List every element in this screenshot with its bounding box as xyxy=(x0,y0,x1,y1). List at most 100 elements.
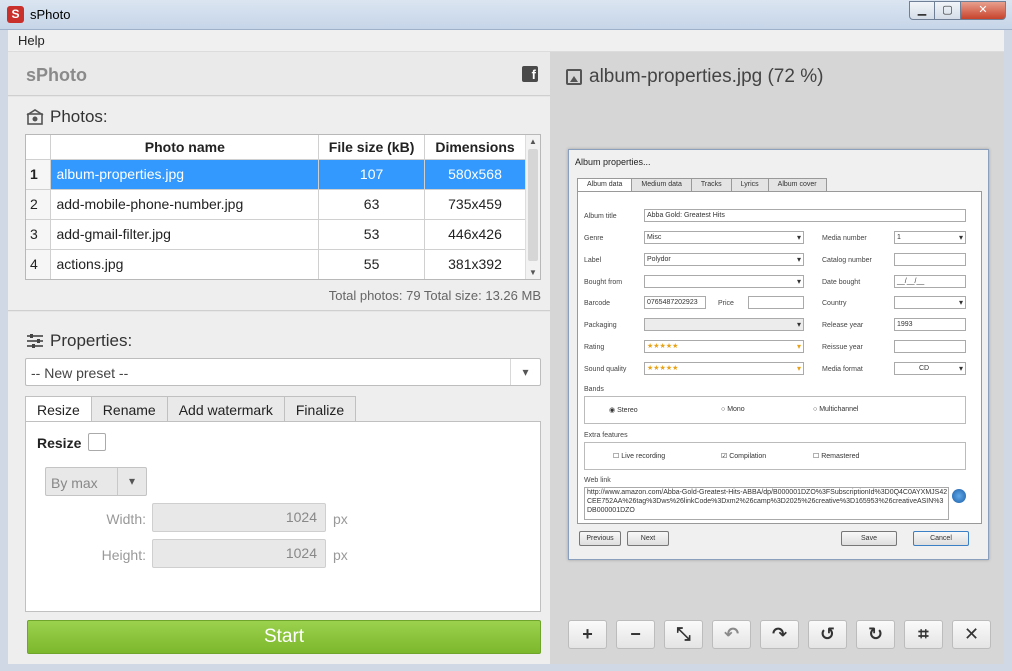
redo-icon[interactable]: ↷ xyxy=(760,620,799,649)
window-title: sPhoto xyxy=(30,7,71,22)
rotate-right-icon[interactable]: ↻ xyxy=(856,620,895,649)
height-unit: px xyxy=(333,547,348,563)
radio-stereo: ◉ Stereo xyxy=(609,407,638,414)
start-button[interactable]: Start xyxy=(27,620,541,654)
chevron-down-icon[interactable]: ▾ xyxy=(510,359,540,385)
dialog-field: ★★★★★ xyxy=(644,340,804,353)
dialog-body: Album title Abba Gold: Greatest Hits Gen… xyxy=(577,191,982,524)
tab-rename[interactable]: Rename xyxy=(90,396,168,422)
file-size-cell[interactable]: 55 xyxy=(318,249,426,279)
remove-icon[interactable]: − xyxy=(616,620,655,649)
image-preview: Album properties... Album data Medium da… xyxy=(568,149,989,560)
menu-help[interactable]: Help xyxy=(18,33,45,48)
dialog-field: http://www.amazon.com/Abba-Gold-Greatest… xyxy=(584,487,949,520)
dialog-label: Reissue year xyxy=(822,344,863,351)
check-label: Remastered xyxy=(821,453,860,460)
check-live: ☐ Live recording xyxy=(613,453,666,460)
fit-to-window-icon[interactable]: ⤡ xyxy=(664,620,703,649)
photos-title-text: Photos: xyxy=(50,107,108,126)
dialog-label: Genre xyxy=(584,235,604,242)
table-row[interactable]: 4 actions.jpg 55 381x392 xyxy=(26,249,526,279)
dimensions-cell[interactable]: 580x568 xyxy=(424,159,526,190)
radio-label: Stereo xyxy=(617,407,638,414)
check-compilation: ☑ Compilation xyxy=(721,453,767,460)
dialog-field: 0765487202923 xyxy=(644,296,706,309)
scroll-down-icon[interactable]: ▼ xyxy=(529,268,537,277)
sliders-icon xyxy=(27,334,43,348)
height-input[interactable]: 1024 xyxy=(152,539,326,568)
dialog-label: Date bought xyxy=(822,279,861,286)
dialog-label: Bands xyxy=(584,386,604,393)
bands-group: ◉ Stereo ○ Mono ○ Multichannel xyxy=(584,396,966,424)
scroll-thumb[interactable] xyxy=(528,149,538,261)
dialog-label: Country xyxy=(822,300,847,307)
width-input[interactable]: 1024 xyxy=(152,503,326,532)
app-name: sPhoto xyxy=(26,65,87,85)
rotate-left-icon[interactable]: ↺ xyxy=(808,620,847,649)
dialog-field: Abba Gold: Greatest Hits xyxy=(644,209,966,222)
file-size-cell[interactable]: 63 xyxy=(318,189,426,220)
row-index: 1 xyxy=(26,159,52,190)
dimensions-cell[interactable]: 735x459 xyxy=(424,189,526,220)
dialog-tab: Medium data xyxy=(631,178,692,191)
photo-name-cell[interactable]: actions.jpg xyxy=(50,249,320,279)
properties-tabs: Resize Rename Add watermark Finalize xyxy=(25,396,357,423)
column-dimensions[interactable]: Dimensions xyxy=(424,135,526,160)
undo-icon[interactable]: ↶ xyxy=(712,620,751,649)
resize-mode-select[interactable]: By max ▾ xyxy=(45,467,147,496)
table-row[interactable]: 1 album-properties.jpg 107 580x568 xyxy=(26,159,526,190)
table-row[interactable]: 2 add-mobile-phone-number.jpg 63 735x459 xyxy=(26,189,526,220)
extra-group: ☐ Live recording ☑ Compilation ☐ Remaste… xyxy=(584,442,966,470)
dimensions-cell[interactable]: 446x426 xyxy=(424,219,526,250)
menu-bar: Help xyxy=(8,30,1004,52)
dialog-label: Packaging xyxy=(584,322,617,329)
file-size-cell[interactable]: 53 xyxy=(318,219,426,250)
photos-icon xyxy=(26,109,44,125)
dimensions-cell[interactable]: 381x392 xyxy=(424,249,526,279)
tab-resize[interactable]: Resize xyxy=(25,396,92,423)
column-photo-name[interactable]: Photo name xyxy=(50,135,320,160)
column-file-size[interactable]: File size (kB) xyxy=(318,135,426,160)
resize-checkbox[interactable] xyxy=(88,433,106,451)
close-icon[interactable]: ✕ xyxy=(952,620,991,649)
tab-add-watermark[interactable]: Add watermark xyxy=(166,396,285,422)
dialog-tab: Album data xyxy=(577,178,633,191)
dialog-label: Media number xyxy=(822,235,867,242)
image-toolbar: + − ⤡ ↶ ↷ ↺ ↻ ⌗ ✕ xyxy=(568,620,991,650)
table-row[interactable]: 3 add-gmail-filter.jpg 53 446x426 xyxy=(26,219,526,250)
dialog-tab: Lyrics xyxy=(730,178,769,191)
table-scrollbar[interactable]: ▲ ▼ xyxy=(525,135,540,279)
dialog-field: CD xyxy=(894,362,966,375)
minimize-button[interactable]: ▁ xyxy=(909,1,935,20)
dialog-field xyxy=(644,275,804,288)
image-icon xyxy=(566,69,582,85)
preset-select[interactable]: -- New preset -- ▾ xyxy=(25,358,541,386)
photo-name-cell[interactable]: album-properties.jpg xyxy=(50,159,320,190)
file-size-cell[interactable]: 107 xyxy=(318,159,426,190)
scroll-up-icon[interactable]: ▲ xyxy=(529,137,537,146)
properties-title: Properties: xyxy=(26,331,132,351)
dialog-field xyxy=(894,253,966,266)
dialog-field: __/__/__ xyxy=(894,275,966,288)
dialog-label: Bought from xyxy=(584,279,623,286)
dialog-field xyxy=(644,318,804,331)
photo-name-cell[interactable]: add-gmail-filter.jpg xyxy=(50,219,320,250)
dialog-field xyxy=(748,296,804,309)
check-label: Live recording xyxy=(621,453,666,460)
dialog-label: Web link xyxy=(584,477,611,484)
radio-label: Multichannel xyxy=(819,406,859,413)
facebook-icon[interactable]: f xyxy=(522,66,538,82)
close-window-button[interactable]: ✕ xyxy=(961,1,1006,20)
photos-table[interactable]: Photo name File size (kB) Dimensions 1 a… xyxy=(25,134,541,280)
dialog-label: Media format xyxy=(822,366,863,373)
preview-title-text: album-properties.jpg (72 %) xyxy=(589,66,824,87)
crop-icon[interactable]: ⌗ xyxy=(904,620,943,649)
dialog-label: Album title xyxy=(584,213,617,220)
resize-panel: Resize By max ▾ Width: 1024 px Height: 1… xyxy=(25,421,541,612)
tab-finalize[interactable]: Finalize xyxy=(283,396,357,422)
add-icon[interactable]: + xyxy=(568,620,607,649)
chevron-down-icon[interactable]: ▾ xyxy=(117,468,146,495)
maximize-button[interactable]: ▢ xyxy=(935,1,961,20)
dialog-field xyxy=(894,340,966,353)
photo-name-cell[interactable]: add-mobile-phone-number.jpg xyxy=(50,189,320,220)
